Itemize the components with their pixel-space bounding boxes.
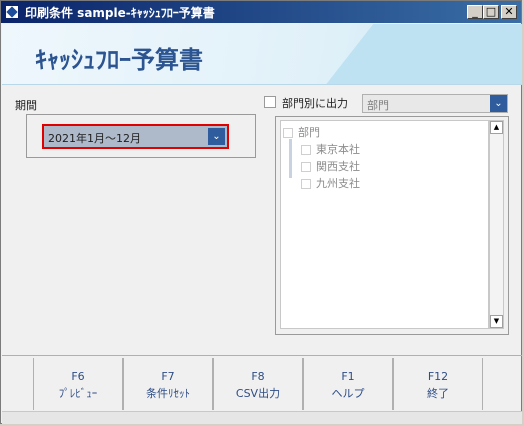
tree-item-label: 東京本社: [316, 143, 360, 156]
function-key-label: ヘルプ: [331, 387, 365, 400]
function-key-code: F8: [251, 370, 265, 383]
scroll-up-arrow-icon[interactable]: ▲: [490, 121, 503, 134]
tree-item-label: 関西支社: [316, 160, 360, 173]
f6-preview-button[interactable]: F6 ﾌﾟﾚﾋﾞｭｰ: [33, 358, 123, 410]
period-group: 2021年1月～12月 ⌄: [26, 114, 256, 158]
tree-item-kyushu[interactable]: 九州支社: [301, 175, 360, 191]
period-select-value: 2021年1月～12月: [48, 132, 141, 145]
tree-item-label: 九州支社: [316, 177, 360, 190]
tree-item-tokyo[interactable]: 東京本社: [301, 141, 360, 157]
tree-root-checkbox[interactable]: [283, 128, 293, 138]
scroll-down-arrow-icon[interactable]: ▼: [490, 315, 503, 328]
f8-csv-button[interactable]: F8 CSV出力: [213, 358, 303, 410]
department-tree-group: 部門 東京本社 関西支社 九州支社 ▲ ▼: [275, 116, 509, 335]
maximize-button[interactable]: □: [483, 5, 499, 19]
output-by-dept-checkbox[interactable]: [264, 96, 276, 108]
app-icon: [5, 5, 19, 19]
tree-root-label: 部門: [298, 126, 320, 139]
tree-item-checkbox[interactable]: [301, 162, 311, 172]
chevron-down-icon[interactable]: ⌄: [208, 128, 225, 145]
period-select[interactable]: 2021年1月～12月 ⌄: [42, 124, 229, 149]
title-bar[interactable]: 印刷条件 sample-ｷｬｯｼｭﾌﾛｰ予算書 _ □ ✕: [1, 1, 521, 23]
window-title: 印刷条件 sample-ｷｬｯｼｭﾌﾛｰ予算書: [25, 6, 215, 20]
period-label: 期間: [15, 99, 37, 112]
function-key-label: ﾌﾟﾚﾋﾞｭｰ: [58, 387, 98, 400]
tree-scrollbar[interactable]: ▲ ▼: [489, 120, 504, 329]
function-key-label: 終了: [427, 387, 449, 400]
header-banner: ｷｬｯｼｭﾌﾛｰ予算書: [2, 24, 522, 85]
function-key-label: 条件ﾘｾｯﾄ: [146, 387, 190, 400]
tree-root[interactable]: 部門: [283, 124, 320, 140]
footer-divider: [2, 355, 522, 356]
tree-item-kansai[interactable]: 関西支社: [301, 158, 360, 174]
function-key-code: F12: [427, 370, 449, 383]
tree-item-checkbox[interactable]: [301, 145, 311, 155]
department-select[interactable]: 部門 ⌄: [362, 94, 508, 113]
f7-reset-button[interactable]: F7 条件ﾘｾｯﾄ: [123, 358, 213, 410]
banner-decoration: [302, 24, 522, 84]
chevron-down-icon[interactable]: ⌄: [490, 95, 507, 112]
output-by-dept-label: 部門別に出力: [282, 97, 348, 110]
function-key-code: F6: [71, 370, 85, 383]
function-key-code: F1: [341, 370, 355, 383]
report-title: ｷｬｯｼｭﾌﾛｰ予算書: [35, 46, 203, 74]
department-select-value: 部門: [367, 99, 389, 112]
function-key-code: F7: [161, 370, 175, 383]
department-tree[interactable]: 部門 東京本社 関西支社 九州支社: [280, 120, 489, 329]
minimize-button[interactable]: _: [467, 5, 483, 19]
function-key-label: CSV出力: [235, 387, 281, 400]
tree-connector: [289, 139, 292, 178]
tree-item-checkbox[interactable]: [301, 179, 311, 189]
status-bar: [2, 411, 522, 424]
f12-exit-button[interactable]: F12 終了: [393, 358, 483, 410]
close-button[interactable]: ✕: [501, 5, 517, 19]
print-conditions-window: 印刷条件 sample-ｷｬｯｼｭﾌﾛｰ予算書 _ □ ✕ ｷｬｯｼｭﾌﾛｰ予算…: [0, 0, 522, 424]
f1-help-button[interactable]: F1 ヘルプ: [303, 358, 393, 410]
